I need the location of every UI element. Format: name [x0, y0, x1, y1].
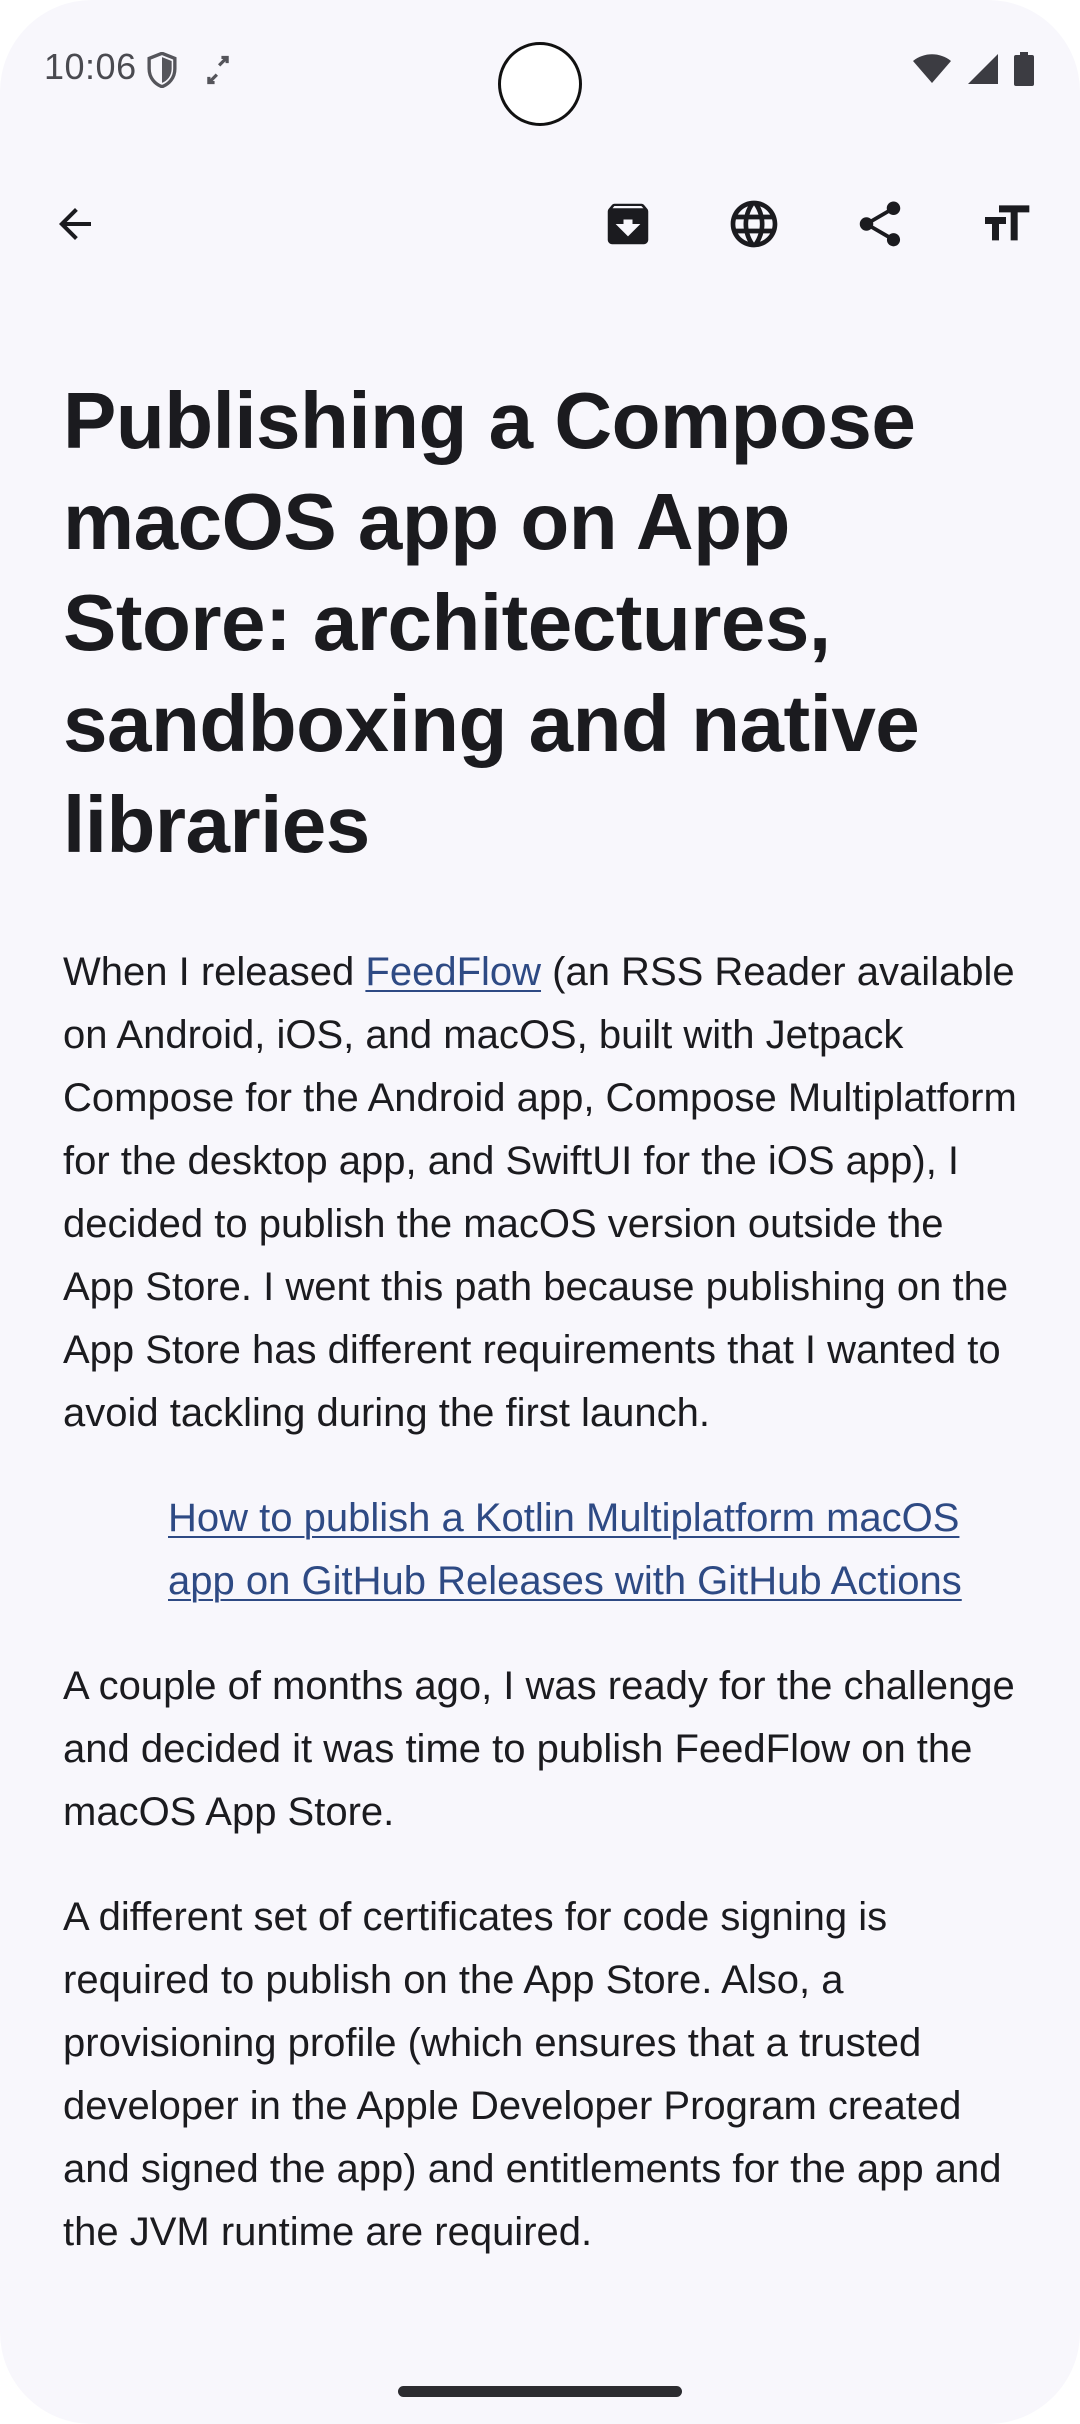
article-title: Publishing a Compose macOS app on App St…: [63, 376, 920, 869]
phone-screen: 10:06 Publishing a Compose macOS app on …: [0, 0, 1080, 2424]
shield-icon: [146, 51, 178, 93]
share-button[interactable]: [834, 180, 926, 272]
paragraph-text: When I released: [63, 950, 366, 994]
feedflow-link[interactable]: FeedFlow: [365, 950, 541, 994]
gesture-navigation-bar[interactable]: [398, 2386, 682, 2397]
wifi-icon: [912, 53, 952, 90]
archive-icon: [601, 197, 655, 256]
article-paragraph: A couple of months ago, I was ready for …: [63, 1664, 1015, 1834]
status-time: 10:06: [44, 46, 137, 87]
text-size-button[interactable]: [960, 180, 1052, 272]
share-icon: [853, 197, 907, 256]
status-left-icons: [146, 51, 232, 93]
signal-icon: [966, 53, 1000, 90]
rotate-icon: [204, 54, 232, 91]
arrow-back-icon: [51, 200, 99, 253]
globe-icon: [726, 196, 782, 257]
archive-button[interactable]: [582, 180, 674, 272]
article-content: Publishing a Compose macOS app on App St…: [63, 370, 1023, 2358]
status-bar: 10:06: [0, 0, 1080, 140]
camera-cutout: [498, 42, 582, 126]
article-paragraph: A different set of certificates for code…: [63, 1895, 1002, 2254]
paragraph-text: (an RSS Reader available on Android, iOS…: [63, 950, 1017, 1435]
top-app-bar: [0, 180, 1080, 272]
article-paragraph: When I released FeedFlow (an RSS Reader …: [63, 941, 1023, 1445]
battery-icon: [1014, 52, 1034, 91]
back-button[interactable]: [29, 180, 121, 272]
blockquote: How to publish a Kotlin Multiplatform ma…: [168, 1487, 1023, 1613]
text-size-icon: [978, 196, 1034, 257]
related-article-link[interactable]: How to publish a Kotlin Multiplatform ma…: [168, 1496, 962, 1603]
open-in-browser-button[interactable]: [708, 180, 800, 272]
status-right-icons: [912, 52, 1034, 91]
